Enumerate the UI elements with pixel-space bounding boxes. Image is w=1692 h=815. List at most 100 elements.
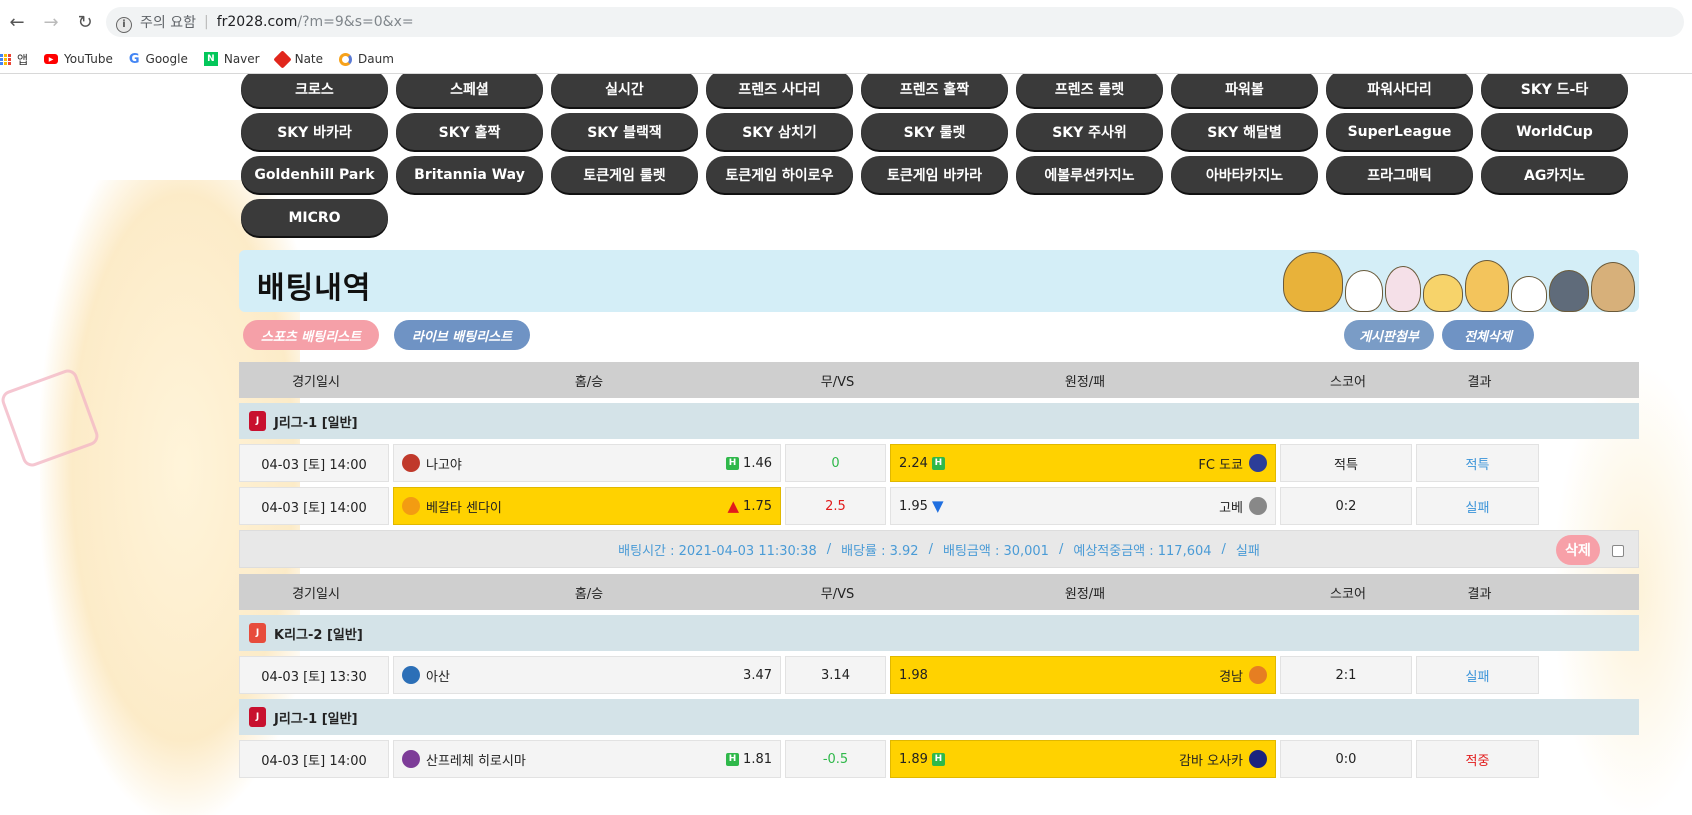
bookmark-item[interactable]: Daum xyxy=(339,52,394,66)
delete-slip-button[interactable]: 삭제 xyxy=(1556,535,1600,565)
address-separator: | xyxy=(203,14,209,30)
page-title: 배팅내역 xyxy=(257,271,372,306)
game-menu-button[interactable]: 프라그매틱 xyxy=(1326,156,1473,193)
forward-icon[interactable]: → xyxy=(34,12,68,33)
game-menu-button[interactable]: 토큰게임 룰렛 xyxy=(551,156,698,193)
game-menu-button[interactable]: SKY 주사위 xyxy=(1016,113,1163,150)
result: 적특 xyxy=(1416,444,1539,482)
bet-summary: 배팅시간 : 2021-04-03 11:30:38 / 배당률 : 3.92 / 배팅… xyxy=(239,530,1639,568)
bookmark-item[interactable]: ▶ YouTube xyxy=(44,52,113,66)
game-menu-button[interactable]: 파워볼 xyxy=(1171,70,1318,107)
home-odds-value: 1.75 xyxy=(743,498,772,514)
game-menu-button[interactable]: 프렌즈 사다리 xyxy=(706,70,853,107)
back-icon[interactable]: ← xyxy=(0,12,34,33)
game-menu-button[interactable]: MICRO xyxy=(241,199,388,236)
info-icon[interactable]: i xyxy=(116,16,132,33)
game-menu-button[interactable]: 토큰게임 하이로우 xyxy=(706,156,853,193)
home-odds: H 1.46 xyxy=(726,456,772,471)
home-team-name: 나고야 xyxy=(426,457,462,473)
bet-history-table: 경기일시 홈/승 무/VS 원정/패 스코어 결과 J J리그-1 [일반] 04-03 [토]… xyxy=(239,362,1639,778)
reload-icon[interactable]: ↻ xyxy=(68,12,102,33)
score: 0:2 xyxy=(1280,487,1412,525)
summary-separator: / xyxy=(1058,541,1064,557)
column-header: 경기일시 xyxy=(292,374,340,390)
summary-odds: 배당률 : 3.92 xyxy=(841,543,919,559)
home-odds: 3.47 xyxy=(743,668,772,683)
delete-all-button[interactable]: 전체삭제 xyxy=(1442,320,1534,350)
column-header: 스코어 xyxy=(1330,374,1366,390)
game-menu-button[interactable]: Goldenhill Park xyxy=(241,156,388,193)
draw-odds-cell[interactable]: -0.5 xyxy=(785,740,886,778)
bookmark-label: Nate xyxy=(294,52,324,66)
home-odds-cell[interactable]: 나고야 H 1.46 xyxy=(393,444,781,482)
game-menu-button[interactable]: 스페셜 xyxy=(396,70,543,107)
away-odds-cell[interactable]: 2.24 H FC 도쿄 xyxy=(890,444,1276,482)
live-bet-list-button[interactable]: 라이브 배팅리스트 xyxy=(394,320,530,350)
away-odds-cell[interactable]: 1.95 ▼ 고베 xyxy=(890,487,1276,525)
column-header: 원정/패 xyxy=(1064,374,1106,390)
bookmark-item[interactable]: 앱 xyxy=(0,51,28,68)
home-odds-cell[interactable]: 아산 3.47 xyxy=(393,656,781,694)
select-slip-checkbox[interactable] xyxy=(1612,545,1624,557)
home-odds-value: 3.47 xyxy=(743,667,772,683)
game-menu-button[interactable]: WorldCup xyxy=(1481,113,1628,150)
home-odds-cell[interactable]: 베갈타 센다이 ▲ 1.75 xyxy=(393,487,781,525)
score: 0:0 xyxy=(1280,740,1412,778)
game-menu-button[interactable]: 토큰게임 바카라 xyxy=(861,156,1008,193)
handicap-badge-icon: H xyxy=(726,456,740,470)
column-header: 스코어 xyxy=(1330,586,1366,602)
away-team-name: 경남 xyxy=(1219,669,1243,685)
banner-characters-illustration xyxy=(1283,252,1635,312)
bookmark-item[interactable]: N Naver xyxy=(203,52,260,66)
league-row: J K리그-2 [일반] xyxy=(239,615,1639,651)
home-odds-cell[interactable]: 산프레체 히로시마 H 1.81 xyxy=(393,740,781,778)
game-menu-button[interactable]: SKY 해달별 xyxy=(1171,113,1318,150)
game-menu-button[interactable]: SuperLeague xyxy=(1326,113,1473,150)
home-team-logo-icon xyxy=(402,750,420,768)
league-row: J J리그-1 [일반] xyxy=(239,403,1639,439)
draw-odds-cell[interactable]: 2.5 xyxy=(785,487,886,525)
column-header: 결과 xyxy=(1467,586,1492,602)
url-domain: fr2028.com xyxy=(216,14,298,30)
game-menu-button[interactable]: 프렌즈 홀짝 xyxy=(861,70,1008,107)
browser-toolbar: ← → ↻ i 주의 요함 | fr2028.com /?m=9&s=0&x= xyxy=(0,0,1692,44)
home-team-name: 산프레체 히로시마 xyxy=(426,753,526,769)
game-menu-button[interactable]: 에볼루션카지노 xyxy=(1016,156,1163,193)
column-header: 결과 xyxy=(1467,374,1492,390)
away-odds-cell[interactable]: 1.98 경남 xyxy=(890,656,1276,694)
game-menu-button[interactable]: SKY 삼치기 xyxy=(706,113,853,150)
home-team-logo-icon xyxy=(402,666,420,684)
game-menu-button[interactable]: 실시간 xyxy=(551,70,698,107)
game-menu-button[interactable]: 프렌즈 룰렛 xyxy=(1016,70,1163,107)
game-menu-button[interactable]: SKY 룰렛 xyxy=(861,113,1008,150)
draw-odds-cell[interactable]: 0 xyxy=(785,444,886,482)
apps-grid-icon xyxy=(0,53,11,65)
list-actions: 스포츠 배팅리스트 라이브 배팅리스트 게시판첨부 전체삭제 xyxy=(239,312,1639,360)
bookmark-item[interactable]: G Google xyxy=(129,52,188,67)
address-bar[interactable]: i 주의 요함 | fr2028.com /?m=9&s=0&x= xyxy=(106,7,1684,37)
game-menu-button[interactable]: Britannia Way xyxy=(396,156,543,193)
away-odds-value: 2.24 xyxy=(899,455,928,471)
league-logo-icon: J xyxy=(249,411,266,431)
summary-amount: 배팅금액 : 30,001 xyxy=(942,543,1049,559)
game-menu-button[interactable]: SKY 바카라 xyxy=(241,113,388,150)
board-attach-button[interactable]: 게시판첨부 xyxy=(1344,320,1434,350)
summary-separator: / xyxy=(826,541,832,557)
character-icon xyxy=(1345,270,1383,312)
game-menu-button[interactable]: SKY 블랙잭 xyxy=(551,113,698,150)
game-menu-button[interactable]: SKY 드-타 xyxy=(1481,70,1628,107)
game-menu-button[interactable]: 크로스 xyxy=(241,70,388,107)
game-menu-button[interactable]: SKY 홀짝 xyxy=(396,113,543,150)
bookmark-item[interactable]: Nate xyxy=(272,49,324,69)
sports-bet-list-button[interactable]: 스포츠 배팅리스트 xyxy=(243,320,379,350)
draw-odds-cell[interactable]: 3.14 xyxy=(785,656,886,694)
character-icon xyxy=(1465,260,1509,312)
away-odds-cell[interactable]: 1.89 H 감바 오사카 xyxy=(890,740,1276,778)
summary-expected: 예상적중금액 : 117,604 xyxy=(1073,543,1212,559)
away-team-logo-icon xyxy=(1249,750,1267,768)
up-arrow-icon: ▲ xyxy=(727,497,740,515)
browser-chrome: ← → ↻ i 주의 요함 | fr2028.com /?m=9&s=0&x= … xyxy=(0,0,1692,74)
game-menu-button[interactable]: 파워사다리 xyxy=(1326,70,1473,107)
game-menu-button[interactable]: AG카지노 xyxy=(1481,156,1628,193)
game-menu-button[interactable]: 아바타카지노 xyxy=(1171,156,1318,193)
